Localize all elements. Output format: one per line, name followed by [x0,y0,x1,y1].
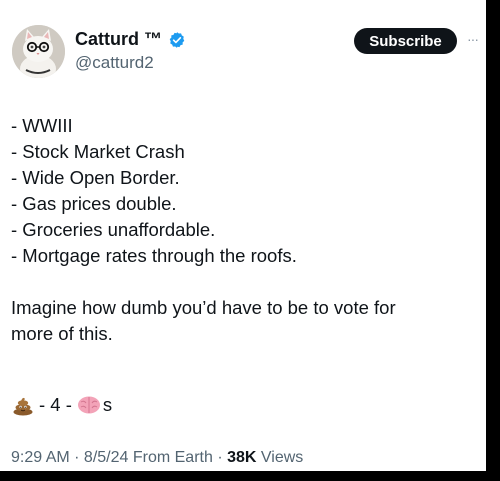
author-handle[interactable]: @catturd2 [75,53,154,73]
tweet-paragraph-line: Imagine how dumb you’d have to be to vot… [11,297,396,318]
author-name[interactable]: Catturd ™ [75,29,162,50]
tweet-line: - Wide Open Border. [11,167,180,188]
verified-badge-icon [168,31,186,49]
views-count[interactable]: 38K [227,449,256,466]
emoji-line-suffix: s [102,394,113,415]
tweet-time[interactable]: 9:29 AM [11,449,70,466]
subscribe-button[interactable]: Subscribe [354,28,457,54]
meta-separator: · [212,449,228,466]
cat-avatar-icon [12,25,65,78]
author-name-row[interactable]: Catturd ™ [75,29,186,50]
brain-emoji-icon [77,395,101,415]
avatar[interactable] [12,25,65,78]
more-options-icon[interactable]: ··· [467,31,479,47]
tweet-paragraph-line: more of this. [11,323,113,344]
tweet-meta: 9:29 AM · 8/5/24 From Earth · 38K Views [11,449,303,467]
tweet-line: - Mortgage rates through the roofs. [11,245,297,266]
poop-emoji-icon [12,394,34,416]
tweet-line: - Groceries unaffordable. [11,219,216,240]
tweet-card: Catturd ™ @catturd2 Subscribe ··· - WWII… [0,0,486,471]
emoji-line-middle: - 4 - [39,394,72,415]
tweet-line: - Stock Market Crash [11,141,185,162]
tweet-emoji-line: - 4 - s [12,394,112,416]
tweet-date[interactable]: 8/5/24 From Earth [84,449,213,466]
tweet-line: - WWIII [11,115,73,136]
meta-separator: · [69,449,84,466]
tweet-line: - Gas prices double. [11,193,177,214]
views-label: Views [256,449,304,466]
tweet-text: - WWIII - Stock Market Crash - Wide Open… [11,113,471,347]
tweet-paragraph: Imagine how dumb you’d have to be to vot… [11,295,471,347]
